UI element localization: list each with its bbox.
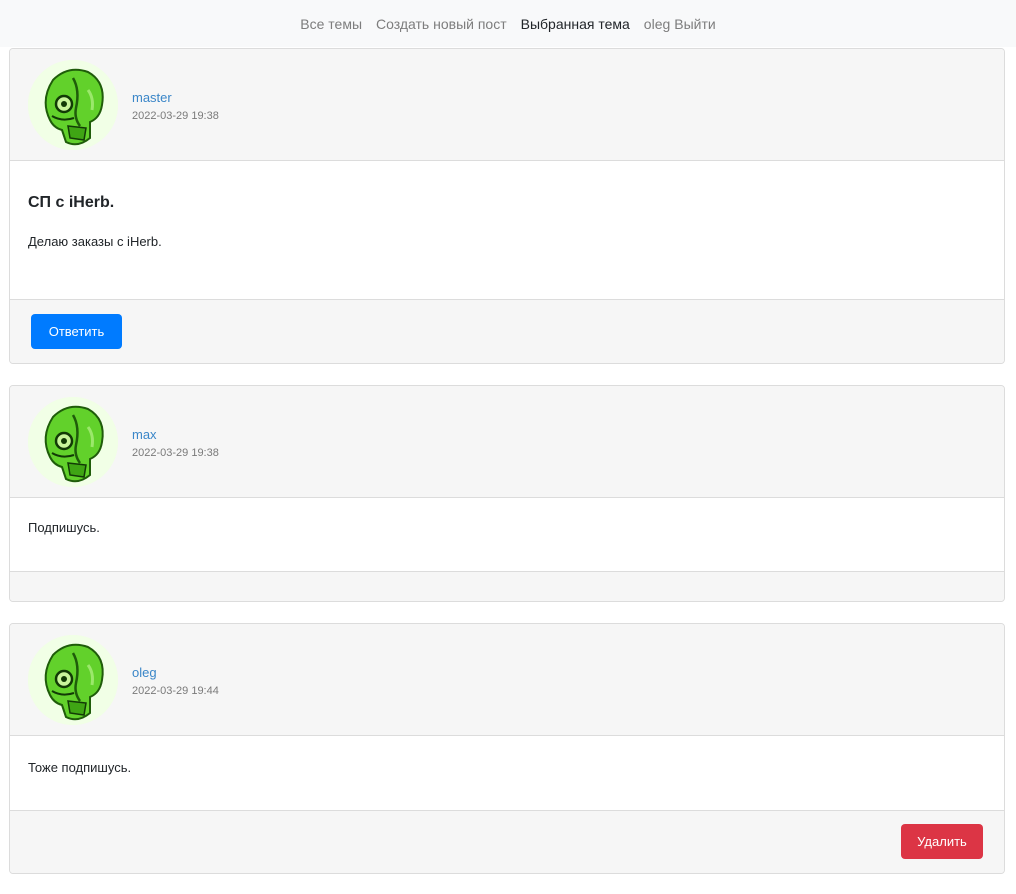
reply-button[interactable]: Ответить — [31, 314, 122, 349]
top-navbar: Все темы Создать новый пост Выбранная те… — [0, 0, 1016, 47]
post-header: master 2022-03-29 19:38 — [10, 49, 1004, 161]
post-date: 2022-03-29 19:44 — [132, 685, 219, 697]
post-header: max 2022-03-29 19:38 — [10, 386, 1004, 498]
post-card: master 2022-03-29 19:38 СП с iHerb. Дела… — [9, 48, 1005, 364]
delete-button[interactable]: Удалить — [901, 824, 983, 859]
post-header: oleg 2022-03-29 19:44 — [10, 624, 1004, 736]
post-author[interactable]: master — [132, 90, 172, 105]
post-date: 2022-03-29 19:38 — [132, 110, 219, 122]
post-title: СП с iHerb. — [28, 194, 115, 211]
avatar-icon — [28, 60, 118, 150]
avatar — [28, 60, 118, 150]
post-text: Тоже подпишусь. — [28, 760, 132, 775]
post-footer: Ответить — [10, 299, 1004, 363]
post-date: 2022-03-29 19:38 — [132, 447, 219, 459]
post-body: Подпишусь. — [10, 498, 1004, 571]
post-footer — [10, 571, 1004, 601]
post-text: Делаю заказы с iHerb. — [28, 234, 162, 249]
nav-create-post[interactable]: Создать новый пост — [369, 17, 514, 31]
post-card: oleg 2022-03-29 19:44 Тоже подпишусь. Уд… — [9, 623, 1005, 874]
avatar-icon — [28, 635, 118, 725]
nav-logout[interactable]: Выйти — [670, 17, 722, 31]
nav-selected-topic[interactable]: Выбранная тема — [514, 17, 637, 31]
post-card: max 2022-03-29 19:38 Подпишусь. — [9, 385, 1005, 602]
post-text: Подпишусь. — [28, 520, 100, 535]
post-author[interactable]: oleg — [132, 665, 157, 680]
post-author[interactable]: max — [132, 427, 157, 442]
post-body: СП с iHerb. Делаю заказы с iHerb. — [10, 161, 1004, 299]
avatar — [28, 635, 118, 725]
nav-username[interactable]: oleg — [637, 17, 670, 31]
nav-all-topics[interactable]: Все темы — [293, 17, 369, 31]
post-body: Тоже подпишусь. — [10, 736, 1004, 810]
avatar — [28, 397, 118, 487]
post-footer: Удалить — [10, 810, 1004, 873]
avatar-icon — [28, 397, 118, 487]
